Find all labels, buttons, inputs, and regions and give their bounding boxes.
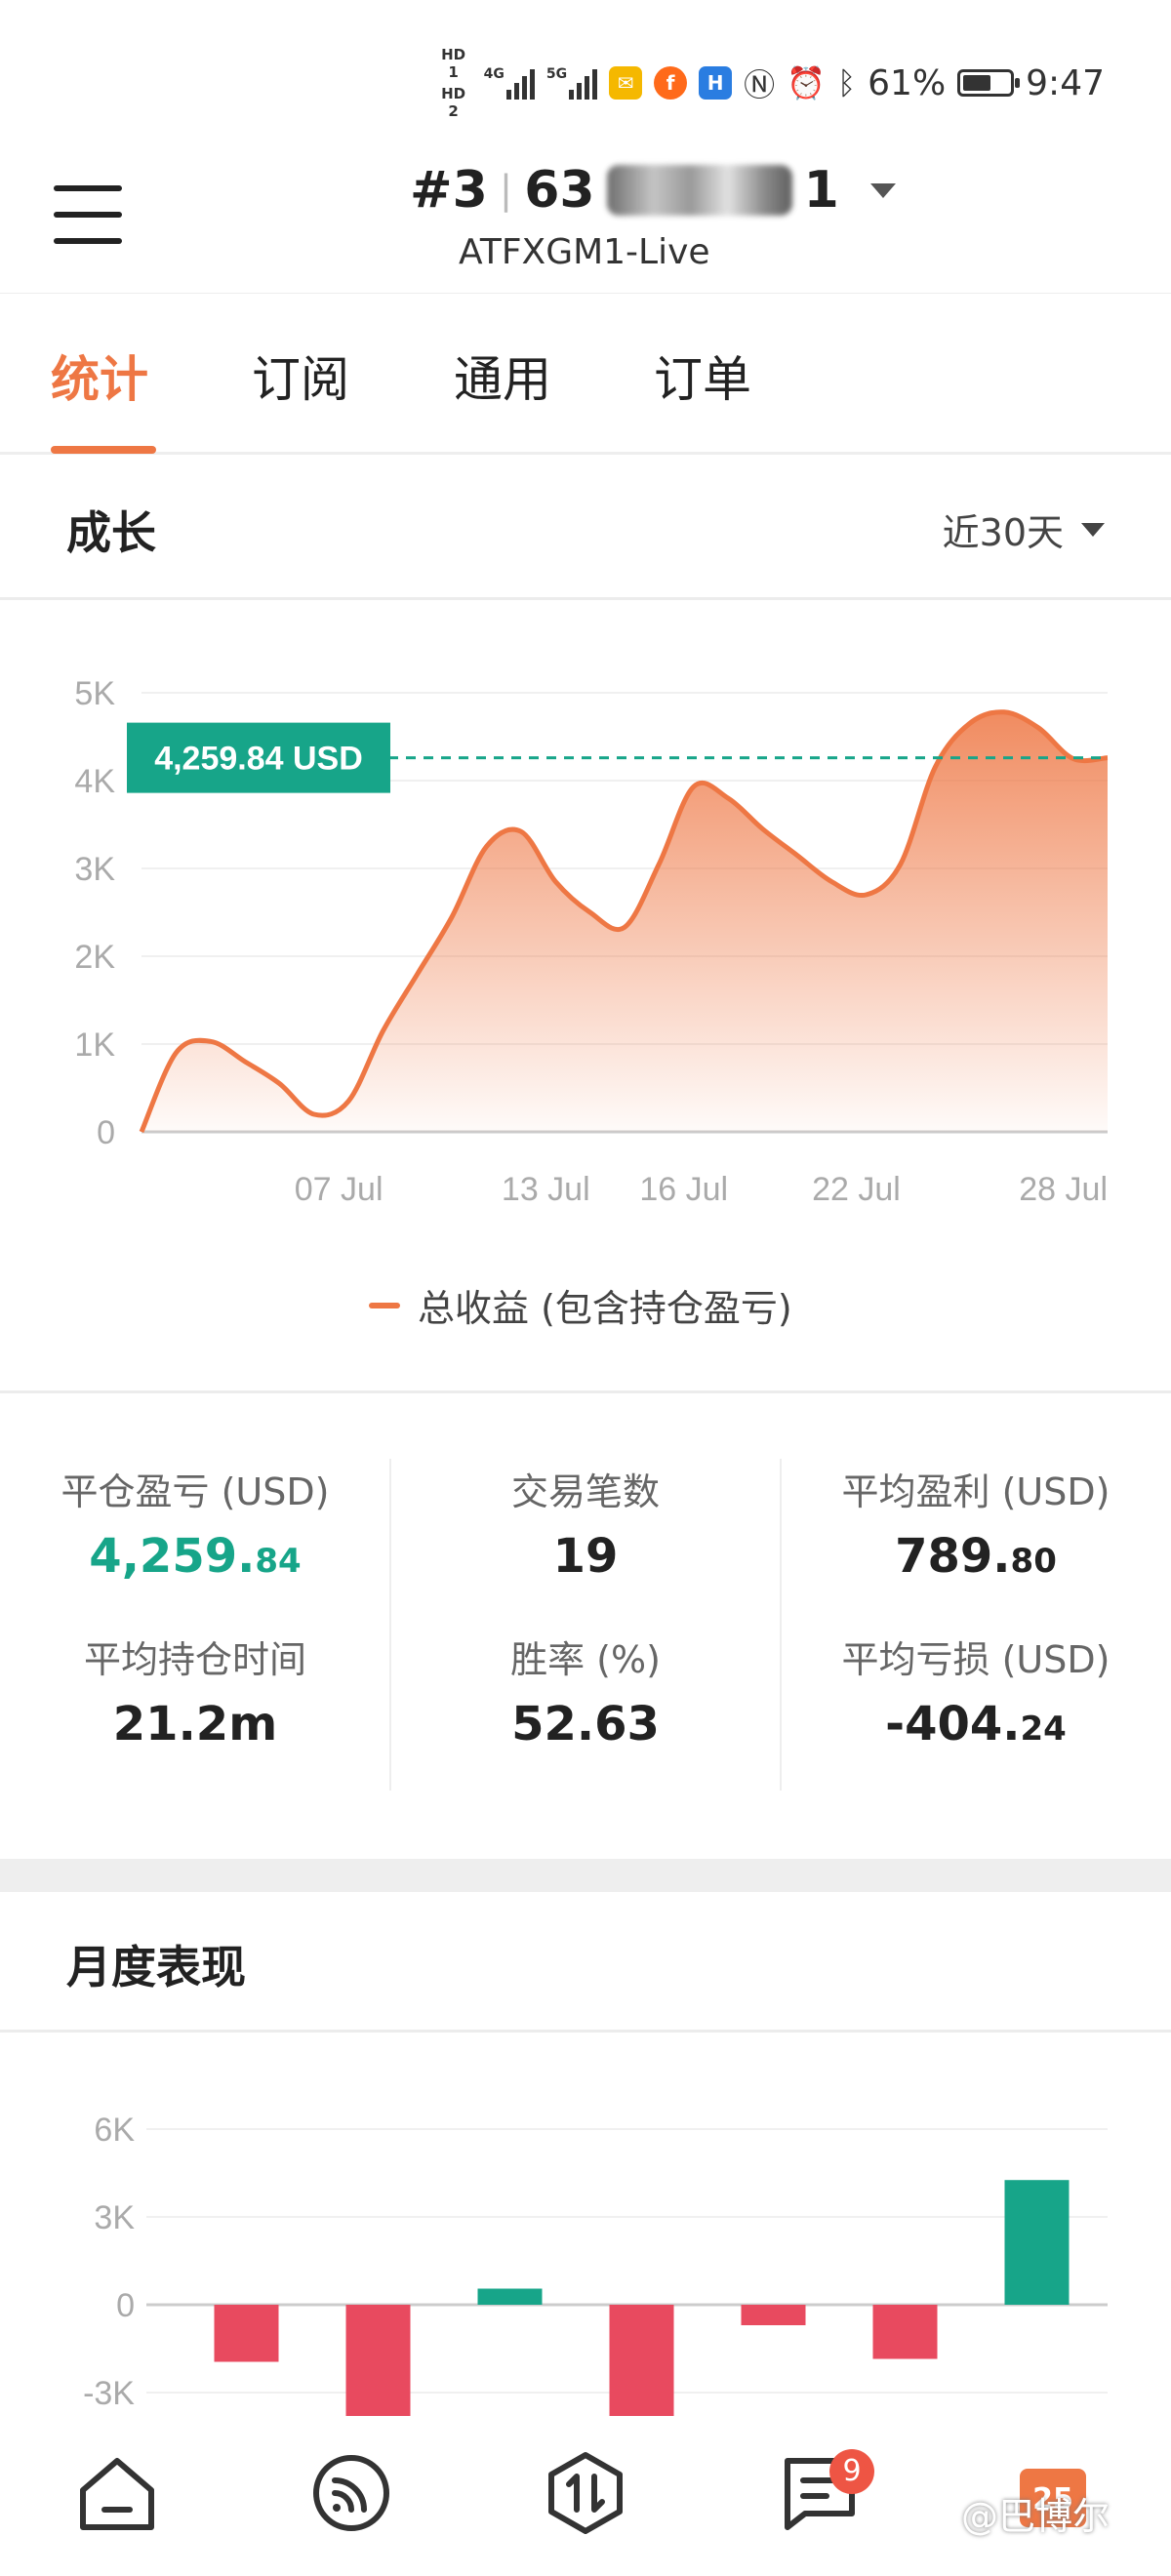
section-separator bbox=[0, 1859, 1171, 1892]
monthly-bar bbox=[872, 2305, 938, 2359]
battery-percent: 61% bbox=[868, 62, 947, 103]
account-selector[interactable]: #3 | 63 1 bbox=[410, 161, 896, 220]
mail-app-icon: ✉ bbox=[609, 66, 643, 100]
section-divider bbox=[0, 597, 1171, 600]
signal1-icon bbox=[505, 66, 535, 100]
legend-label: 总收益 (包含持仓盈亏) bbox=[418, 1287, 792, 1330]
stat-label: 平均持仓时间 bbox=[83, 1638, 306, 1681]
stat-closed-pl: 平仓盈亏 (USD) 4,259.84 bbox=[0, 1462, 390, 1584]
y-tick-label: 0 bbox=[116, 2287, 135, 2324]
status-bar: HD 1 HD 2 4G 5G ✉ f H Ⓝ ⏰ ᛒ 61% 9:47 bbox=[435, 46, 1105, 120]
y-tick-label: 0 bbox=[97, 1114, 115, 1151]
bottom-nav: 9 25 @巴博尔 bbox=[0, 2420, 1171, 2576]
period-value: 近30天 bbox=[942, 511, 1064, 554]
y-tick-label: 3K bbox=[94, 2199, 135, 2236]
y-tick-label: -3K bbox=[83, 2375, 135, 2412]
stat-divider bbox=[780, 1459, 782, 1791]
tab-bar: 统计 订阅 通用 订单 bbox=[0, 293, 1171, 455]
section-divider bbox=[0, 1390, 1171, 1393]
growth-title: 成长 bbox=[66, 506, 156, 559]
blue-app-icon: H bbox=[699, 66, 733, 100]
y-tick-label: 6K bbox=[94, 2112, 135, 2149]
red-app-icon: f bbox=[654, 66, 688, 100]
growth-chart: 0 1K 2K 3K 4K 5K 4,259.84 USD 07 Jul 13 Jul 16 Ju… bbox=[74, 675, 1109, 1208]
active-tab-indicator bbox=[51, 446, 156, 454]
section-divider bbox=[0, 2030, 1171, 2033]
legend-swatch bbox=[369, 1302, 400, 1308]
signal2-icon bbox=[569, 66, 598, 100]
y-tick-label: 1K bbox=[74, 1026, 115, 1064]
network1-label: 4G bbox=[483, 66, 505, 82]
stat-label: 平均亏损 (USD) bbox=[841, 1638, 1110, 1681]
monthly-bar bbox=[1004, 2180, 1070, 2305]
clock: 9:47 bbox=[1026, 62, 1105, 103]
chevron-down-icon bbox=[869, 182, 896, 198]
y-tick-label: 5K bbox=[74, 675, 115, 712]
stat-label: 平仓盈亏 (USD) bbox=[61, 1470, 330, 1513]
stat-label: 平均盈利 (USD) bbox=[841, 1470, 1110, 1513]
x-tick-label: 13 Jul bbox=[502, 1171, 590, 1208]
home-icon[interactable] bbox=[73, 2449, 161, 2537]
tab-general[interactable]: 通用 bbox=[454, 341, 551, 411]
stat-win-rate: 胜率 (%) 52.63 bbox=[390, 1630, 781, 1751]
x-tick-label: 16 Jul bbox=[639, 1171, 728, 1208]
chevron-down-icon bbox=[1081, 522, 1105, 537]
stat-value: 789.80 bbox=[895, 1529, 1057, 1584]
stat-value: -404.24 bbox=[885, 1697, 1067, 1751]
sim1-indicator: HD 1 bbox=[441, 46, 466, 81]
account-number-suffix: 1 bbox=[803, 161, 839, 220]
account-number-partial: 63 bbox=[524, 161, 595, 220]
account-number-blur bbox=[606, 165, 792, 216]
alarm-icon: ⏰ bbox=[787, 64, 826, 101]
messages-badge: 9 bbox=[829, 2449, 874, 2494]
monthly-bar bbox=[609, 2305, 674, 2416]
y-tick-label: 3K bbox=[74, 851, 115, 888]
battery-icon bbox=[957, 69, 1021, 97]
chart-legend: 总收益 (包含持仓盈亏) bbox=[369, 1278, 792, 1332]
account-prefix: #3 bbox=[410, 161, 488, 220]
y-tick-label: 2K bbox=[74, 939, 115, 976]
tab-statistics[interactable]: 统计 bbox=[51, 341, 148, 411]
x-tick-label: 22 Jul bbox=[812, 1171, 901, 1208]
tab-orders[interactable]: 订单 bbox=[654, 341, 751, 411]
nfc-icon: Ⓝ bbox=[744, 66, 776, 103]
network2-label: 5G bbox=[545, 66, 568, 82]
x-tick-label: 07 Jul bbox=[295, 1171, 384, 1208]
stat-trade-count: 交易笔数 19 bbox=[390, 1462, 781, 1584]
feed-icon[interactable] bbox=[307, 2449, 395, 2537]
stat-avg-loss: 平均亏损 (USD) -404.24 bbox=[781, 1630, 1171, 1751]
x-tick-label: 28 Jul bbox=[1019, 1171, 1108, 1208]
bluetooth-icon: ᛒ bbox=[836, 64, 857, 101]
period-dropdown[interactable]: 近30天 bbox=[943, 503, 1105, 556]
monthly-bar bbox=[214, 2305, 279, 2362]
tab-subscription[interactable]: 订阅 bbox=[252, 341, 349, 411]
stat-value: 21.2m bbox=[112, 1697, 278, 1751]
server-name: ATFXGM1-Live bbox=[459, 232, 710, 272]
current-value-label: 4,259.84 USD bbox=[154, 741, 363, 778]
menu-button[interactable] bbox=[54, 185, 122, 246]
stat-divider bbox=[389, 1459, 391, 1791]
monthly-bar bbox=[477, 2288, 543, 2305]
sim2-indicator: HD 2 bbox=[441, 85, 466, 120]
stat-label: 胜率 (%) bbox=[510, 1638, 661, 1681]
monthly-title: 月度表现 bbox=[66, 1941, 246, 1993]
stat-value: 52.63 bbox=[511, 1697, 660, 1751]
stat-value: 19 bbox=[552, 1529, 619, 1584]
monthly-bar bbox=[345, 2305, 411, 2416]
stat-avg-profit: 平均盈利 (USD) 789.80 bbox=[781, 1462, 1171, 1584]
trade-icon[interactable] bbox=[542, 2449, 629, 2537]
monthly-bar bbox=[741, 2305, 806, 2325]
stat-label: 交易笔数 bbox=[510, 1470, 660, 1513]
y-tick-label: 4K bbox=[74, 763, 115, 800]
stat-avg-hold-time: 平均持仓时间 21.2m bbox=[0, 1630, 390, 1751]
watermark: @巴博尔 bbox=[961, 2495, 1110, 2538]
monthly-chart: 6K 3K 0 -3K bbox=[83, 2112, 1108, 2416]
stat-value: 4,259.84 bbox=[89, 1529, 302, 1584]
